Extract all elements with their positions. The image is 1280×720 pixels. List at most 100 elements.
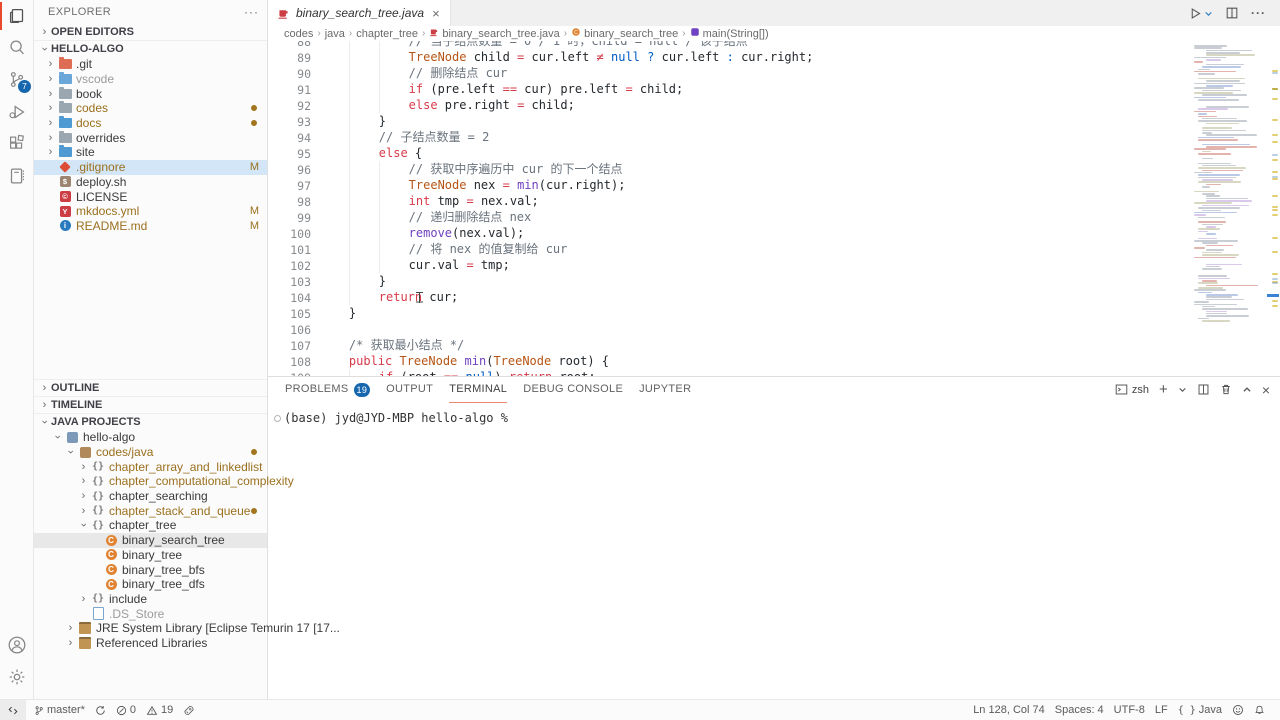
breadcrumb-item[interactable]: java [325, 28, 345, 40]
list-item[interactable]: ›hello-algo [34, 430, 267, 445]
source-control-icon[interactable]: 7 [0, 64, 33, 96]
list-item[interactable]: ›{}chapter_searching [34, 489, 267, 504]
list-item[interactable]: $deploy.sh [34, 175, 267, 190]
class-symbol-icon: C [571, 27, 581, 40]
status-error[interactable]: 0 [111, 700, 141, 720]
list-item[interactable]: ›{}chapter_stack_and_queue [34, 503, 267, 518]
status-branch[interactable]: master* [29, 700, 90, 720]
notebook-icon[interactable] [0, 160, 33, 192]
search-icon[interactable] [0, 32, 33, 64]
breadcrumb-item[interactable]: binary_search_tree.java [429, 27, 559, 40]
chevron-right-icon[interactable]: › [77, 490, 90, 502]
status-ln[interactable]: Ln 128, Col 74 [968, 704, 1050, 716]
list-item[interactable]: ›vscode [34, 72, 267, 87]
settings-gear-icon[interactable] [0, 661, 33, 693]
sidebar-more-actions[interactable]: ··· [244, 5, 259, 19]
list-item[interactable]: ›{}include [34, 592, 267, 607]
chevron-right-icon[interactable]: › [77, 593, 90, 605]
chevron-right-icon[interactable]: › [64, 637, 77, 649]
list-item[interactable]: ›.git [34, 57, 267, 72]
minimap[interactable] [1194, 45, 1264, 355]
list-item[interactable]: ›JRE System Library [Eclipse Temurin 17 … [34, 621, 267, 636]
chevron-down-icon[interactable]: › [65, 446, 77, 459]
chevron-right-icon[interactable]: › [44, 132, 57, 144]
list-item[interactable]: Cbinary_tree [34, 548, 267, 563]
workspace-root-section[interactable]: › HELLO-ALGO [34, 40, 267, 57]
status-remote[interactable] [0, 700, 26, 720]
status-spaces[interactable]: Spaces: 4 [1050, 704, 1109, 716]
breadcrumb-item[interactable]: main(String[]) [690, 27, 769, 40]
panel-tab-jupyter[interactable]: JUPYTER [639, 377, 691, 402]
chevron-right-icon[interactable]: › [44, 102, 57, 114]
split-terminal-icon[interactable] [1197, 383, 1210, 396]
chevron-right-icon[interactable]: › [77, 475, 90, 487]
more-actions-icon[interactable]: ··· [1251, 6, 1266, 20]
open-editors-section[interactable]: › OPEN EDITORS [34, 24, 267, 40]
list-item[interactable]: ›codes [34, 101, 267, 116]
section-outline[interactable]: ›OUTLINE [34, 379, 267, 396]
list-item[interactable]: .DS_Store [34, 606, 267, 621]
status-smiley[interactable] [1227, 704, 1249, 716]
status-utf-8[interactable]: UTF-8 [1109, 704, 1150, 716]
list-item[interactable]: ›codes/java [34, 445, 267, 460]
chevron-right-icon[interactable]: › [44, 146, 57, 158]
list-item[interactable]: ©LICENSE [34, 189, 267, 204]
run-debug-icon[interactable] [0, 96, 33, 128]
account-icon[interactable] [0, 629, 33, 661]
chevron-right-icon[interactable]: › [64, 622, 77, 634]
chevron-right-icon[interactable]: › [44, 88, 57, 100]
list-item[interactable]: ›{}chapter_tree [34, 518, 267, 533]
panel-tab-output[interactable]: OUTPUT [386, 377, 433, 402]
list-item[interactable]: .gitignoreM [34, 160, 267, 175]
chevron-right-icon[interactable]: › [77, 505, 90, 517]
kill-terminal-icon[interactable] [1220, 383, 1232, 396]
status-java[interactable]: { }Java [1173, 704, 1227, 716]
new-terminal-icon[interactable]: + [1159, 381, 1168, 398]
explorer-icon[interactable] [0, 0, 33, 32]
tab-binary-search-tree[interactable]: binary_search_tree.java × [268, 0, 451, 26]
maximize-panel-icon[interactable] [1242, 385, 1252, 395]
list-item[interactable]: ›docs [34, 116, 267, 131]
extensions-icon[interactable] [0, 128, 33, 160]
code-editor[interactable]: 88// 当子结点数量 = 0 / 1 时，child = null / 该子结… [268, 41, 1280, 376]
status-bell[interactable] [1249, 704, 1270, 716]
status-sync[interactable] [90, 700, 111, 720]
breadcrumb-item[interactable]: Cbinary_search_tree [571, 27, 678, 40]
list-item[interactable]: ›{}chapter_computational_complexity [34, 474, 267, 489]
list-item[interactable]: Cbinary_tree_dfs [34, 577, 267, 592]
chevron-down-icon[interactable]: › [78, 519, 90, 532]
close-panel-icon[interactable]: × [1262, 382, 1270, 398]
token [458, 370, 465, 376]
terminal-view[interactable]: (base) jyd@JYD-MBP hello-algo % [268, 402, 1280, 699]
chevron-right-icon[interactable]: › [44, 117, 57, 129]
chevron-right-icon[interactable]: › [77, 461, 90, 473]
breadcrumb-item[interactable]: codes [284, 28, 313, 40]
section-timeline[interactable]: ›TIMELINE [34, 396, 267, 413]
chevron-right-icon[interactable]: › [44, 58, 57, 70]
status-lf[interactable]: LF [1150, 704, 1173, 716]
run-button[interactable] [1189, 7, 1213, 20]
chevron-right-icon[interactable]: › [44, 73, 57, 85]
panel-tab-terminal[interactable]: TERMINAL [449, 377, 507, 403]
panel-tab-problems[interactable]: PROBLEMS19 [285, 377, 370, 402]
section-java-projects[interactable]: ›JAVA PROJECTS [34, 413, 267, 430]
list-item[interactable]: ›site [34, 145, 267, 160]
list-item[interactable]: ›book [34, 86, 267, 101]
tab-close-icon[interactable]: × [432, 6, 440, 21]
panel-tab-debug-console[interactable]: DEBUG CONSOLE [523, 377, 623, 402]
list-item[interactable]: ›overrides [34, 130, 267, 145]
list-item[interactable]: ›{}chapter_array_and_linkedlist [34, 459, 267, 474]
terminal-shell-item[interactable]: zsh [1115, 383, 1149, 396]
status-rocket[interactable] [178, 700, 200, 720]
list-item[interactable]: iREADME.mdM [34, 219, 267, 234]
list-item[interactable]: Ymkdocs.ymlM [34, 204, 267, 219]
breadcrumb-item[interactable]: chapter_tree [356, 28, 418, 40]
split-editor-icon[interactable] [1225, 6, 1239, 20]
list-item[interactable]: Cbinary_tree_bfs [34, 562, 267, 577]
list-item[interactable]: ›Referenced Libraries [34, 636, 267, 651]
status-warning[interactable]: 19 [141, 700, 178, 720]
token: min [517, 178, 539, 192]
terminal-dropdown-icon[interactable] [1178, 385, 1187, 394]
list-item[interactable]: Cbinary_search_tree [34, 533, 267, 548]
chevron-down-icon[interactable]: › [52, 431, 64, 444]
